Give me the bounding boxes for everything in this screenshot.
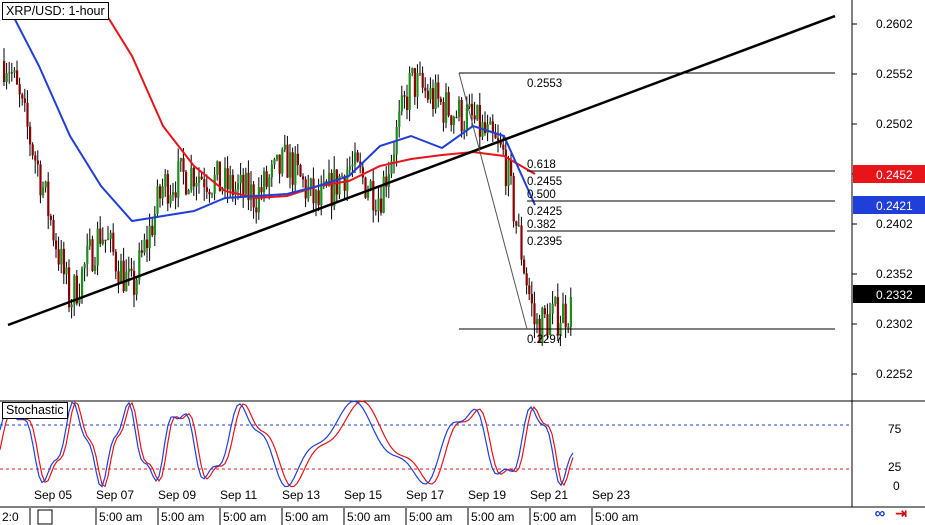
time-label: 5:00 am [161, 510, 204, 524]
date-label: Sep 21 [530, 488, 568, 502]
date-label: Sep 19 [468, 488, 506, 502]
date-label: Sep 13 [282, 488, 320, 502]
stochastic-level-0: 0 [893, 479, 900, 493]
stochastic-level-75: 75 [888, 422, 902, 436]
candle [281, 147, 284, 177]
price-tick-label: 0.2602 [876, 17, 913, 31]
date-label: Sep 15 [344, 488, 382, 502]
price-tick-label: 0.2252 [876, 367, 913, 381]
time-label: 5:00 am [99, 510, 142, 524]
price-tick-label: 0.2402 [876, 217, 913, 231]
stochastic-level-25: 25 [888, 460, 902, 474]
candle [382, 170, 385, 214]
fib-ratio-label: 0.618 [527, 159, 556, 171]
link-icon[interactable]: ∞ [875, 505, 886, 522]
scroll-box[interactable] [37, 509, 53, 525]
chart-canvas: 0.2553 0.2297 0.618 0.24550.500 0.24250.382 0… [0, 0, 925, 525]
arrow-right-icon[interactable]: ⇥ [895, 505, 907, 522]
candle [91, 235, 94, 273]
fib-high-label: 0.2553 [527, 78, 562, 90]
date-label: Sep 05 [34, 488, 72, 502]
chart-title: XRP/USD: 1-hour [2, 2, 109, 20]
price-tick-label: 0.2552 [876, 67, 913, 81]
date-label: Sep 11 [220, 488, 257, 502]
date-label: Sep 23 [592, 488, 630, 502]
price-badge-label: 0.2421 [876, 199, 913, 213]
time-label: 5:00 am [595, 510, 638, 524]
time-label: 5:00 am [409, 510, 452, 524]
price-tick-label: 0.2352 [876, 267, 913, 281]
candle [364, 176, 367, 199]
fib-price-label: 0.2455 [527, 176, 562, 188]
price-tick-label: 0.2302 [876, 317, 913, 331]
candle [512, 172, 515, 228]
candle [185, 169, 188, 196]
time-label: 5:00 am [533, 510, 576, 524]
fib-price-label: 0.2425 [527, 206, 562, 218]
time-label: 5:00 am [471, 510, 514, 524]
time-label: 5:00 am [347, 510, 390, 524]
candle [299, 163, 302, 177]
date-label: Sep 17 [406, 488, 444, 502]
price-tick-label: 0.2502 [876, 117, 913, 131]
stochastic-label: Stochastic [2, 402, 68, 419]
date-label: Sep 07 [96, 488, 134, 502]
time-label: 5:00 am [223, 510, 266, 524]
fib-low-label: 0.2297 [527, 334, 562, 346]
time-label: 5:00 am [285, 510, 328, 524]
price-badge-label: 0.2452 [876, 168, 913, 182]
fib-ratio-label: 0.500 [527, 189, 556, 201]
date-label: Sep 09 [158, 488, 196, 502]
fib-ratio-label: 0.382 [527, 219, 556, 231]
candle [476, 104, 479, 121]
chart-toolbar: ∞ ⇥ [875, 505, 907, 522]
fib-price-label: 0.2395 [527, 236, 562, 248]
price-badge-label: 0.2332 [876, 288, 913, 302]
time-label: 2:0 [2, 510, 19, 524]
